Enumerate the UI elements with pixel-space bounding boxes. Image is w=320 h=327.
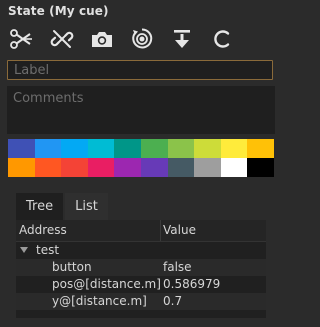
- color-swatch[interactable]: [247, 158, 274, 177]
- color-swatch[interactable]: [61, 139, 88, 158]
- color-swatch[interactable]: [167, 158, 195, 177]
- tree-cell-address: button: [52, 260, 92, 274]
- column-header-address[interactable]: Address: [16, 220, 161, 241]
- scissors-icon[interactable]: [8, 25, 36, 53]
- color-swatch[interactable]: [87, 158, 115, 177]
- color-swatch[interactable]: [87, 139, 115, 158]
- color-swatch[interactable]: [220, 158, 248, 177]
- tree-row-y[interactable]: y@[distance.m] 0.7: [16, 293, 266, 310]
- tree-row-pos[interactable]: pos@[distance.m] 0.586979: [16, 276, 266, 293]
- color-swatch[interactable]: [141, 158, 168, 177]
- color-swatch[interactable]: [34, 158, 62, 177]
- color-swatch[interactable]: [194, 139, 221, 158]
- refresh-c-icon[interactable]: [208, 25, 236, 53]
- color-swatch[interactable]: [220, 139, 248, 158]
- tree-row-button[interactable]: button false: [16, 259, 266, 276]
- tree-row-test[interactable]: test: [16, 242, 266, 259]
- color-palette: [8, 139, 274, 177]
- color-swatch[interactable]: [141, 139, 168, 158]
- color-swatch[interactable]: [61, 158, 88, 177]
- tree-cell-value: false: [163, 260, 192, 274]
- tab-tree[interactable]: Tree: [16, 193, 64, 220]
- tree-cell-value: 0.586979: [163, 277, 221, 291]
- color-swatch[interactable]: [114, 139, 141, 158]
- tree-cell-address: y@[distance.m]: [52, 294, 147, 308]
- color-swatch[interactable]: [114, 158, 141, 177]
- column-header-value[interactable]: Value: [161, 220, 266, 241]
- color-swatch[interactable]: [194, 158, 221, 177]
- toolbar: [8, 25, 248, 53]
- tree-cell-address: test: [16, 242, 161, 259]
- tree-cell-value: 0.7: [163, 294, 183, 308]
- panel-title: State (My cue): [8, 4, 109, 18]
- broken-link-icon[interactable]: [48, 25, 76, 53]
- tree-cell-value: [161, 242, 266, 259]
- record-circle-icon[interactable]: [128, 25, 156, 53]
- tree-node-label: test: [36, 243, 60, 257]
- label-input[interactable]: [7, 60, 273, 80]
- color-swatch[interactable]: [8, 139, 35, 158]
- comments-field[interactable]: [7, 86, 275, 134]
- state-tree: Address Value test button false pos@[dis…: [16, 220, 266, 318]
- color-swatch[interactable]: [34, 139, 62, 158]
- view-tabs: Tree List: [16, 193, 110, 220]
- color-swatch[interactable]: [8, 158, 35, 177]
- arrow-down-bar-icon[interactable]: [168, 25, 196, 53]
- expand-arrow-icon[interactable]: [20, 246, 28, 253]
- tree-cell-address: pos@[distance.m]: [52, 277, 161, 291]
- color-swatch[interactable]: [167, 139, 195, 158]
- tree-header: Address Value: [16, 220, 266, 242]
- tab-list[interactable]: List: [65, 193, 108, 220]
- camera-icon[interactable]: [88, 25, 116, 53]
- color-swatch[interactable]: [247, 139, 274, 158]
